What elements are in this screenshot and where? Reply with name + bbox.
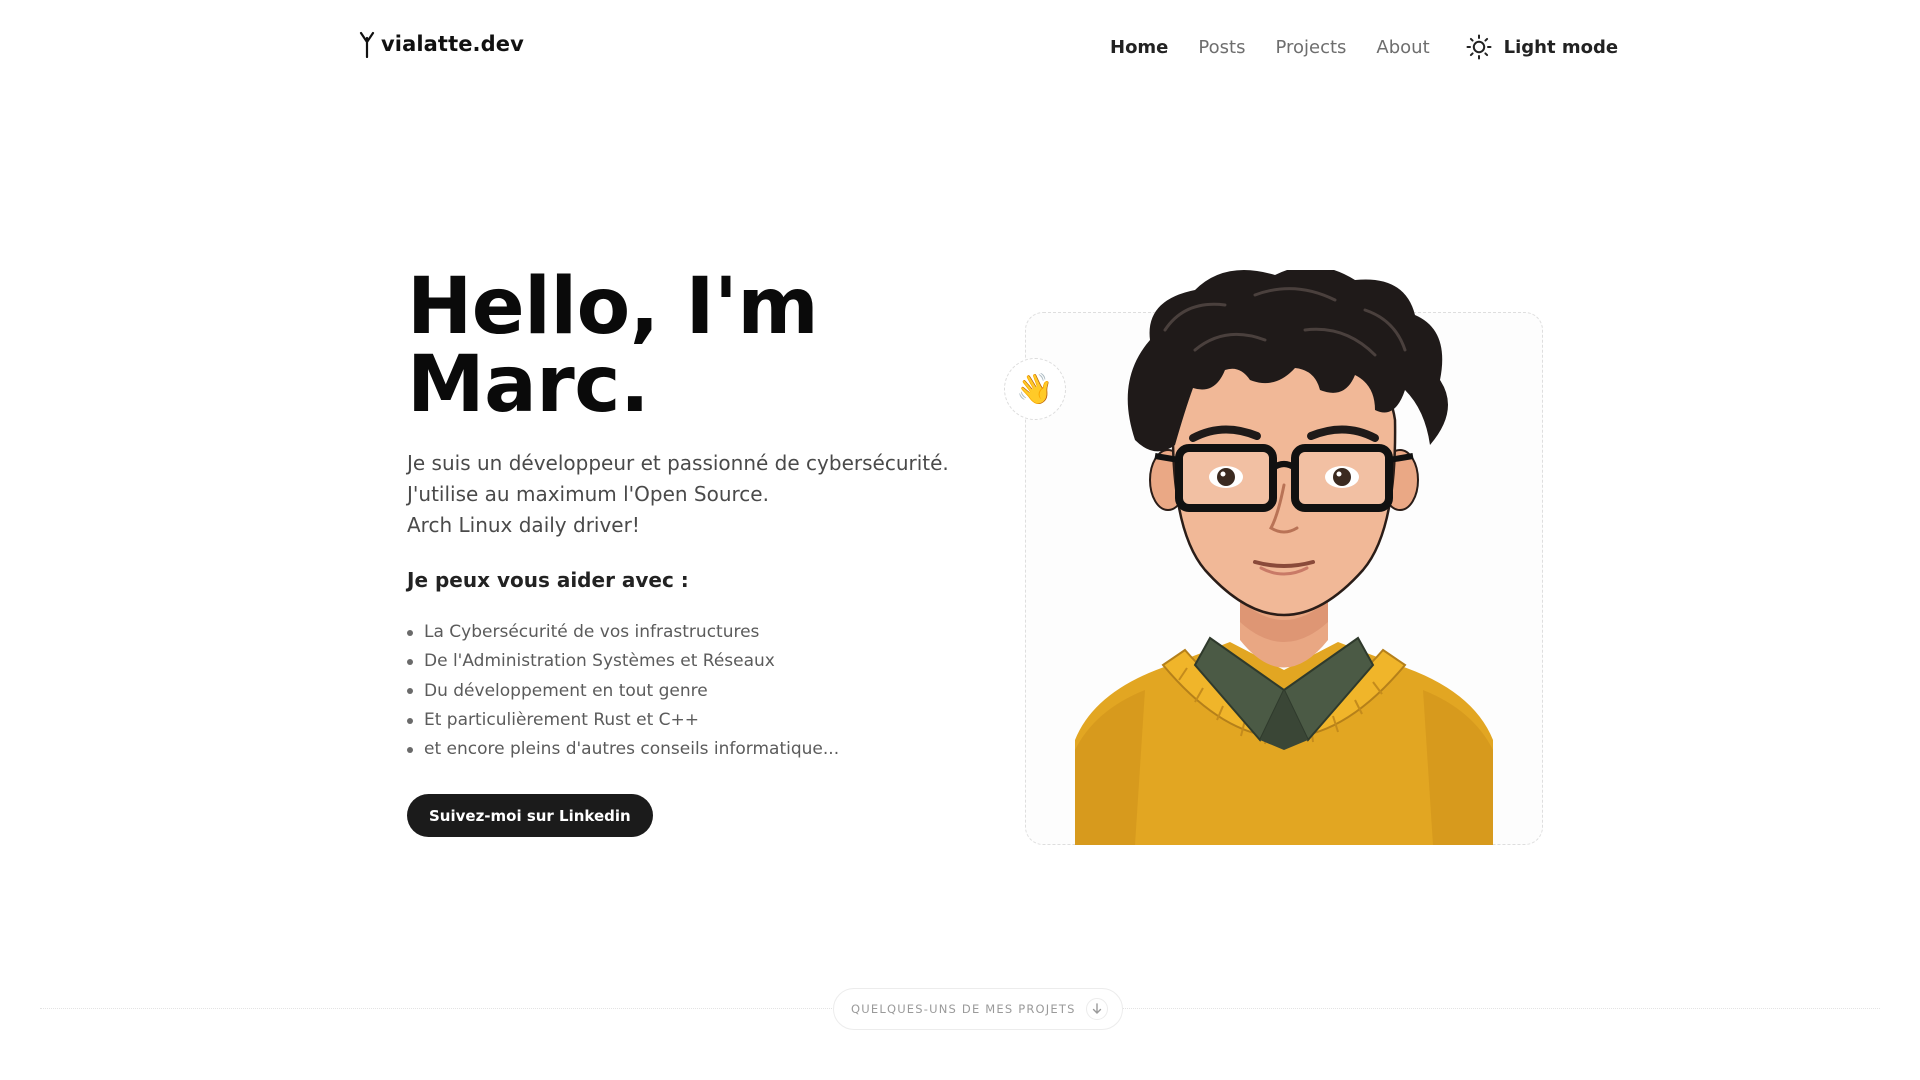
tree-logo-icon [359, 31, 375, 58]
projects-pill-label: QUELQUES-UNS DE MES PROJETS [851, 1002, 1076, 1016]
list-item-text: Et particulièrement Rust et C++ [424, 709, 699, 730]
site-header: vialatte.dev Home Posts Projects About L… [0, 0, 1920, 95]
intro-line: J'utilise au maximum l'Open Source. [407, 482, 769, 506]
list-item-text: et encore pleins d'autres conseils infor… [424, 739, 840, 760]
nav-posts[interactable]: Posts [1198, 37, 1245, 58]
nav-about[interactable]: About [1376, 37, 1429, 58]
list-item: Du développement en tout genre [407, 677, 839, 706]
bullet-icon [407, 746, 413, 753]
intro-line: Arch Linux daily driver! [407, 513, 640, 537]
avatar-illustration [1075, 270, 1493, 845]
wave-badge: 👋 [1004, 358, 1066, 420]
arrow-down-icon [1085, 998, 1108, 1020]
bullet-icon [407, 717, 413, 724]
hero-title-line-2: Marc. [407, 340, 650, 430]
intro-line: Je suis un développeur et passionné de c… [407, 451, 949, 475]
list-item-text: Du développement en tout genre [424, 680, 708, 701]
hero-title-line-1: Hello, I'm [407, 262, 819, 352]
page: vialatte.dev Home Posts Projects About L… [0, 0, 1920, 1080]
linkedin-follow-button[interactable]: Suivez-moi sur Linkedin [407, 794, 653, 837]
nav-projects[interactable]: Projects [1275, 37, 1346, 58]
hero-title: Hello, I'm Marc. [407, 262, 819, 430]
list-item: Et particulièrement Rust et C++ [407, 706, 839, 735]
bullet-icon [407, 629, 413, 636]
help-title: Je peux vous aider avec : [407, 568, 689, 592]
help-list: La Cybersécurité de vos infrastructures … [407, 618, 839, 764]
nav-home[interactable]: Home [1110, 37, 1168, 58]
site-logo[interactable]: vialatte.dev [359, 30, 524, 58]
list-item: De l'Administration Systèmes et Réseaux [407, 647, 839, 676]
list-item-text: De l'Administration Systèmes et Réseaux [424, 651, 775, 672]
hero-intro: Je suis un développeur et passionné de c… [407, 448, 949, 541]
theme-toggle-button[interactable]: Light mode [1466, 34, 1618, 60]
bullet-icon [407, 658, 413, 665]
list-item-text: La Cybersécurité de vos infrastructures [424, 622, 760, 642]
main-nav: Home Posts Projects About Light mode [1110, 34, 1618, 60]
site-logo-text: vialatte.dev [381, 32, 524, 56]
bullet-icon [407, 688, 413, 695]
waving-hand-icon: 👋 [1016, 371, 1054, 407]
list-item: et encore pleins d'autres conseils infor… [407, 735, 839, 764]
projects-scroll-button[interactable]: QUELQUES-UNS DE MES PROJETS [833, 988, 1123, 1030]
theme-toggle-label: Light mode [1503, 36, 1619, 58]
list-item: La Cybersécurité de vos infrastructures [407, 618, 839, 647]
sun-icon [1466, 34, 1492, 60]
